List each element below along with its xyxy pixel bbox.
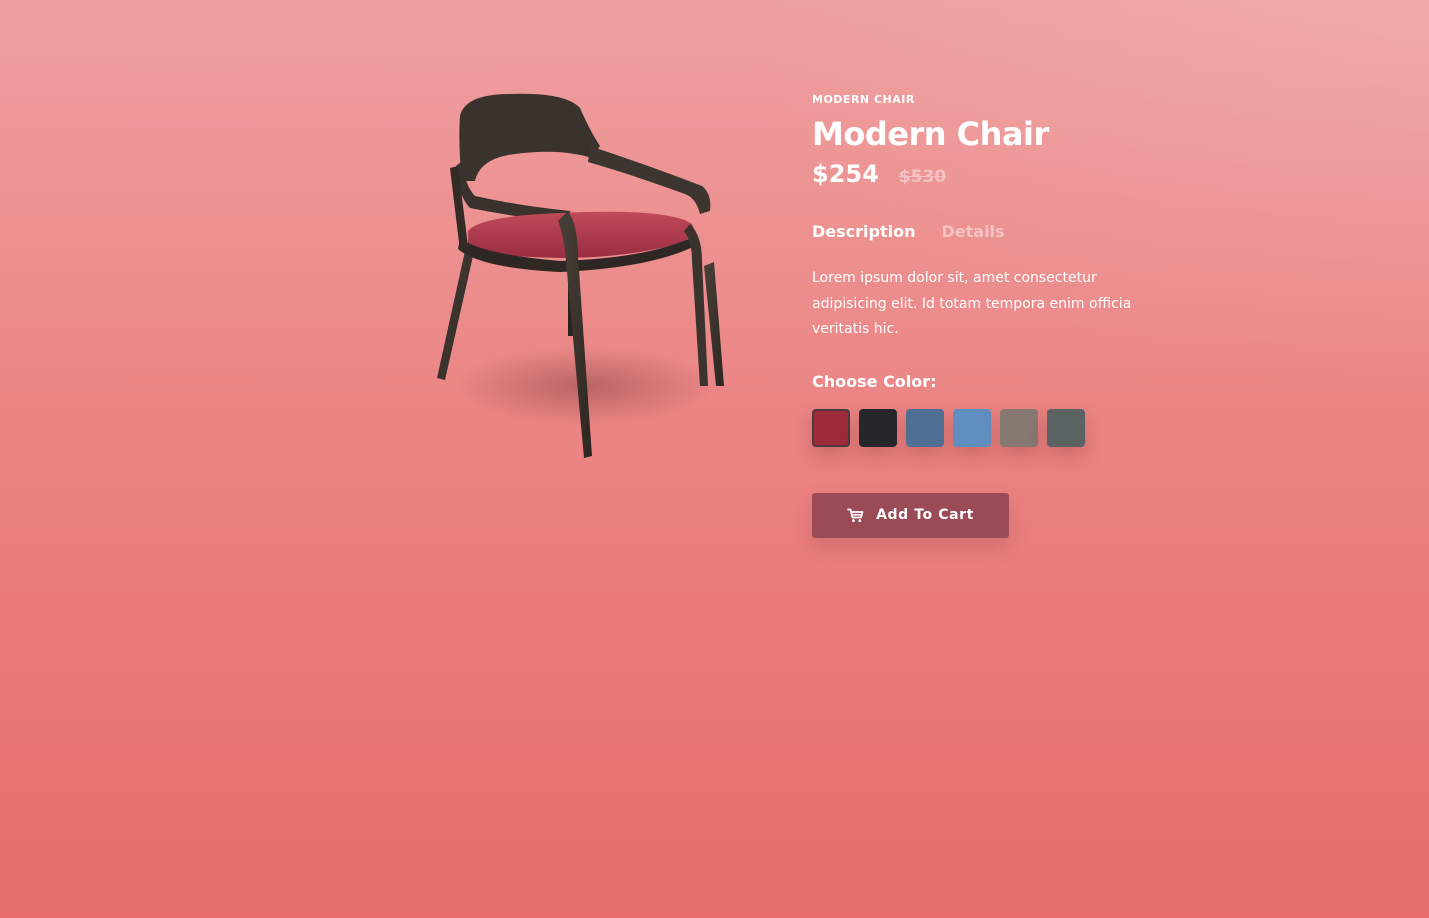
product-category: MODERN CHAIR xyxy=(812,93,915,106)
price-row: $254 $530 xyxy=(812,160,1142,194)
color-swatch-taupe[interactable] xyxy=(1000,408,1038,447)
tab-details[interactable]: Details xyxy=(941,222,1004,241)
color-swatch-light-blue[interactable] xyxy=(953,408,991,447)
color-swatch-gray[interactable] xyxy=(1047,408,1085,447)
product-title: Modern Chair xyxy=(812,115,1049,153)
color-swatch-black[interactable] xyxy=(859,408,897,447)
product-tabs: Description Details xyxy=(812,216,1142,246)
cart-icon xyxy=(847,508,864,523)
color-swatch-red[interactable] xyxy=(812,408,850,447)
product-image xyxy=(420,86,750,476)
current-price: $254 xyxy=(812,160,879,188)
color-swatches xyxy=(812,408,1142,447)
chair-image xyxy=(437,93,724,458)
product-description: Lorem ipsum dolor sit, amet consectetur … xyxy=(812,270,1132,337)
choose-color-label: Choose Color: xyxy=(812,371,937,391)
color-swatch-denim[interactable] xyxy=(906,408,944,447)
original-price: $530 xyxy=(898,167,947,187)
tab-description[interactable]: Description xyxy=(812,222,915,241)
product-info: MODERN CHAIR Modern Chair $254 $530 Desc… xyxy=(812,92,1142,538)
add-to-cart-button[interactable]: Add To Cart xyxy=(812,492,1009,538)
add-to-cart-label: Add To Cart xyxy=(876,507,974,523)
